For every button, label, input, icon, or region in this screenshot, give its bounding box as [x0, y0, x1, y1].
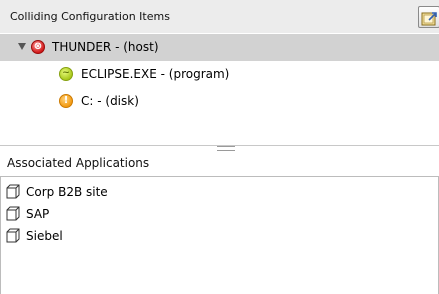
error-icon: ⊗: [31, 40, 45, 54]
tree-item-label: THUNDER - (host): [52, 40, 159, 54]
tree-item-thunder-host[interactable]: ⊗ THUNDER - (host): [0, 34, 439, 61]
colliding-configuration-items-panel: Colliding Configuration Items ⊗ THUNDER …: [0, 0, 439, 146]
application-cube-icon: [6, 228, 20, 243]
application-cube-icon: [6, 184, 20, 199]
associated-applications-title: Associated Applications: [7, 156, 150, 170]
list-item-label: Corp B2B site: [26, 185, 108, 199]
tree-item-label: ECLIPSE.EXE - (program): [81, 67, 230, 81]
tree-item-label: C: - (disk): [81, 94, 139, 108]
panel-header: Colliding Configuration Items: [0, 0, 439, 34]
list-item-label: SAP: [26, 207, 50, 221]
export-button[interactable]: [418, 6, 439, 28]
export-icon: [421, 12, 437, 26]
list-item-corp-b2b-site[interactable]: Corp B2B site: [1, 180, 438, 202]
list-item-siebel[interactable]: Siebel: [1, 224, 438, 246]
panel-splitter[interactable]: [0, 146, 439, 154]
expand-collapse-icon[interactable]: [18, 43, 26, 50]
list-item-sap[interactable]: SAP: [1, 202, 438, 224]
splitter-grip-icon[interactable]: [217, 146, 235, 151]
tree-item-eclipse-program[interactable]: ~ ECLIPSE.EXE - (program): [0, 61, 439, 88]
warning-icon: !: [59, 94, 73, 108]
panel-title: Colliding Configuration Items: [10, 10, 170, 23]
tree-item-c-disk[interactable]: ! C: - (disk): [0, 88, 439, 115]
program-icon: ~: [59, 67, 73, 81]
application-cube-icon: [6, 206, 20, 221]
configuration-items-tree: ⊗ THUNDER - (host) ~ ECLIPSE.EXE - (prog…: [0, 33, 439, 146]
associated-applications-list: Corp B2B site SAP Siebel: [0, 176, 439, 294]
list-item-label: Siebel: [26, 229, 63, 243]
configuration-items-window: Colliding Configuration Items ⊗ THUNDER …: [0, 0, 439, 294]
